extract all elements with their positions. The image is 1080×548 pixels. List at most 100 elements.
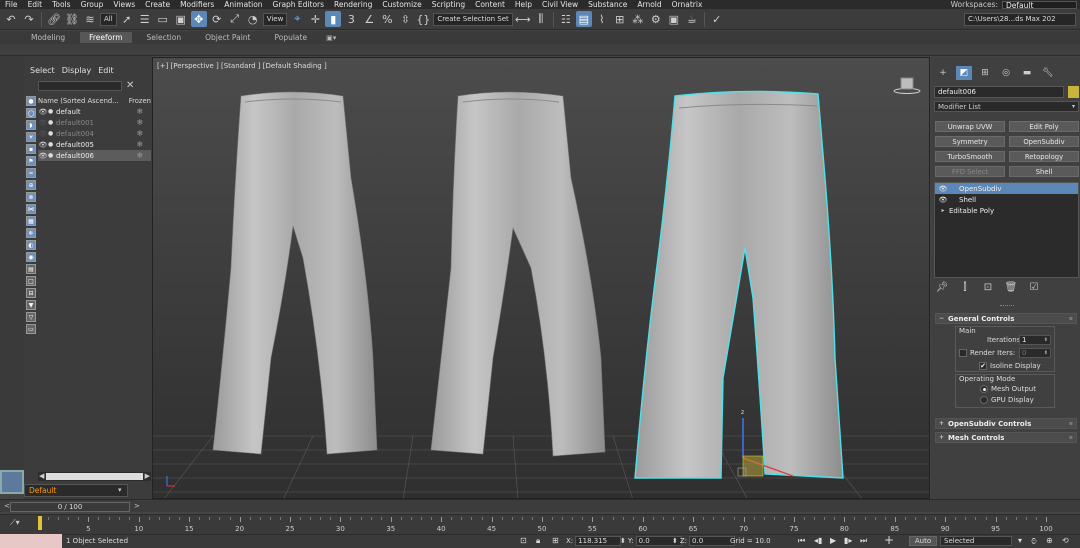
tab-object-paint[interactable]: Object Paint	[196, 32, 259, 43]
xrefs-filter-icon[interactable]: ⊗	[26, 192, 36, 202]
opensubdiv-button[interactable]: OpenSubdiv	[1009, 136, 1079, 147]
menu-scripting[interactable]: Scripting	[427, 0, 470, 9]
shapes-filter-icon[interactable]: ◗	[26, 120, 36, 130]
create-tab-icon[interactable]: +	[935, 66, 951, 80]
modifier-list-select[interactable]: Modifier List ▾	[934, 101, 1079, 112]
menu-rendering[interactable]: Rendering	[329, 0, 377, 9]
project-path-field[interactable]: C:\Users\28...ds Max 202	[964, 12, 1076, 26]
menu-civil-view[interactable]: Civil View	[537, 0, 583, 9]
frozen-filter-icon[interactable]: ❄	[26, 228, 36, 238]
frozen-snowflake-icon[interactable]: ❄	[129, 129, 151, 138]
placement-icon[interactable]: ◔	[245, 11, 261, 27]
render-production-icon[interactable]: ☕︎	[684, 11, 700, 27]
menu-group[interactable]: Group	[76, 0, 109, 9]
toggle-layer-explorer-icon[interactable]: ▤	[575, 11, 592, 27]
menu-customize[interactable]: Customize	[377, 0, 426, 9]
pin-stack-icon[interactable]: 📌︎	[935, 282, 949, 293]
list-item[interactable]: 👁︎ ● default004 ❄	[38, 128, 151, 139]
pants-mesh-default005[interactable]	[430, 91, 606, 457]
named-selection-set-select[interactable]: Create Selection Set	[433, 12, 513, 26]
key-filter-select[interactable]: Selected	[940, 536, 1012, 546]
next-frame-icon[interactable]: >	[134, 502, 140, 510]
play-icon[interactable]: ▶	[830, 536, 836, 545]
z-field[interactable]: 0.0	[689, 536, 736, 546]
current-frame-marker[interactable]	[38, 516, 42, 530]
expand-triangle-icon[interactable]: ▸	[937, 207, 949, 214]
previous-frame-icon[interactable]: ◂▮	[814, 536, 822, 545]
iterations-spinner[interactable]: 1 ⬍	[1019, 335, 1051, 345]
object-color-swatch[interactable]	[1068, 86, 1079, 98]
menu-create[interactable]: Create	[140, 0, 175, 9]
new-layer-icon[interactable]: □	[26, 276, 36, 286]
viewport-layout-tab-icon[interactable]	[0, 470, 24, 494]
time-slider[interactable]: 0 / 100	[10, 502, 130, 512]
tab-freeform[interactable]: Freeform	[80, 32, 132, 43]
window-crossing-icon[interactable]: ▣	[173, 11, 189, 27]
configure-modifier-sets-icon[interactable]: ☑	[1027, 282, 1041, 293]
pivot-center-icon[interactable]: ⌖	[289, 11, 305, 27]
align-icon[interactable]: ⫼	[533, 11, 549, 27]
redo-icon[interactable]: ↷	[21, 11, 37, 27]
menu-graph-editors[interactable]: Graph Editors	[268, 0, 330, 9]
mini-curve-editor-icon[interactable]: ⟋▾	[10, 518, 20, 528]
turbosmooth-button[interactable]: TurboSmooth	[935, 151, 1005, 162]
list-item[interactable]: 👁︎ ● default005 ❄	[38, 139, 151, 150]
mesh-output-radio[interactable]	[980, 385, 988, 393]
symmetry-button[interactable]: Symmetry	[935, 136, 1005, 147]
remove-modifier-icon[interactable]: 🗑︎	[1004, 282, 1018, 293]
frozen-snowflake-icon[interactable]: ❄	[129, 151, 151, 160]
scroll-left-icon[interactable]: ◀	[39, 472, 44, 480]
display-none-icon[interactable]: ●	[26, 96, 36, 106]
workspace-select[interactable]: Default	[1002, 0, 1077, 9]
zoom-icon[interactable]: ⊕	[1046, 536, 1053, 545]
chevron-down-icon[interactable]: ▾	[118, 486, 122, 494]
panel-splitter[interactable]	[1000, 305, 1014, 307]
material-editor-icon[interactable]: ⁂	[630, 11, 646, 27]
undo-icon[interactable]: ↶	[3, 11, 19, 27]
display-all-icon[interactable]: ◉	[26, 252, 36, 262]
groups-filter-icon[interactable]: ⊕	[26, 180, 36, 190]
visibility-eye-icon[interactable]: 👁︎	[38, 130, 48, 138]
selection-lock-icon[interactable]: 🔒︎	[536, 536, 540, 546]
curve-editor-icon[interactable]: ⌇	[594, 11, 610, 27]
scene-explorer-scrollbar[interactable]: ◀ ▶	[38, 472, 151, 481]
perspective-viewport[interactable]: z	[152, 57, 930, 499]
se-menu-edit[interactable]: Edit	[98, 66, 114, 75]
display-tab-icon[interactable]: ▬	[1019, 66, 1035, 80]
tab-modeling[interactable]: Modeling	[22, 32, 74, 43]
make-unique-icon[interactable]: ⊡	[981, 282, 995, 293]
orbit-icon[interactable]: ⟲	[1062, 536, 1069, 545]
select-object-icon[interactable]: ➚	[119, 11, 135, 27]
bones-filter-icon[interactable]: ⋈	[26, 204, 36, 214]
go-to-start-icon[interactable]: ⏮	[798, 536, 805, 546]
visibility-eye-icon[interactable]: 👁︎	[38, 152, 48, 160]
viewcube-icon[interactable]	[892, 75, 922, 97]
unlink-icon[interactable]: ⛓︎	[64, 11, 80, 27]
isoline-display-checkbox[interactable]: ✔	[979, 362, 987, 370]
maxscript-listener-field[interactable]	[0, 534, 62, 548]
menu-modifiers[interactable]: Modifiers	[175, 0, 219, 9]
go-to-end-icon[interactable]: ⏭	[860, 536, 867, 546]
filter-alt-icon[interactable]: ▽	[26, 312, 36, 322]
hierarchy-tab-icon[interactable]: ⊞	[977, 66, 993, 80]
chevron-down-icon[interactable]: ▾	[1018, 536, 1022, 545]
menu-arnold[interactable]: Arnold	[632, 0, 666, 9]
filter-icon[interactable]: ▼	[26, 300, 36, 310]
snaps-toggle-icon[interactable]: 3	[343, 11, 359, 27]
motion-tab-icon[interactable]: ◎	[998, 66, 1014, 80]
keyboard-shortcut-override-icon[interactable]: ▮	[325, 11, 342, 27]
edit-named-selection-icon[interactable]: {}	[415, 11, 431, 27]
gpu-display-radio[interactable]	[980, 396, 988, 404]
angle-snap-icon[interactable]: ∠	[361, 11, 377, 27]
pants-mesh-default[interactable]	[212, 91, 378, 455]
tab-populate[interactable]: Populate	[265, 32, 316, 43]
general-controls-rollout[interactable]: − General Controls ▪	[935, 313, 1077, 324]
toggle-scene-explorer-icon[interactable]: ☷	[558, 11, 574, 27]
spinner-arrows-icon[interactable]: ⬍	[1044, 350, 1048, 356]
visibility-eye-icon[interactable]: 👁︎	[38, 119, 48, 127]
select-scale-icon[interactable]: ⤢	[227, 11, 243, 27]
menu-help[interactable]: Help	[510, 0, 537, 9]
pants-mesh-default006-selected[interactable]	[634, 90, 844, 479]
menu-file[interactable]: File	[0, 0, 23, 9]
select-by-name-icon[interactable]: ☰	[137, 11, 153, 27]
